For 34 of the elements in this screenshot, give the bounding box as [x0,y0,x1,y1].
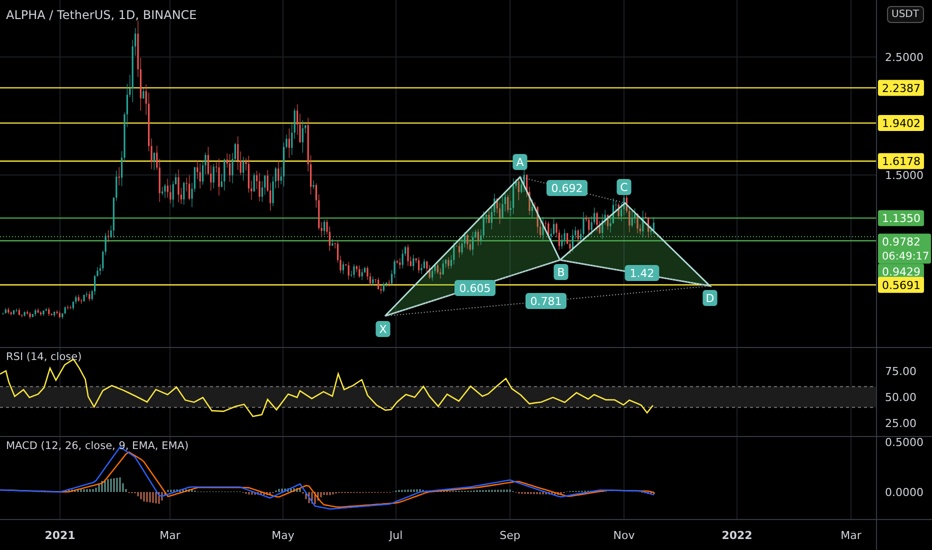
macd-tick-label: 0.5000 [885,437,924,449]
time-axis-label: Mar [840,529,862,542]
pattern-point-label: C [616,179,632,195]
rsi-tick-label: 25.00 [885,417,917,430]
time-axis-label: 2021 [44,529,76,542]
ratio-label: 1.42 [624,265,660,281]
macd-tick-label: 0.0000 [885,486,924,499]
time-axis-label: Sep [500,529,520,542]
rsi-tick-label: 50.00 [885,391,917,404]
pattern-point-label: X [376,321,390,337]
ratio-label: 0.781 [526,293,566,309]
price-label: 0.9782 06:49:17 [878,234,932,264]
price-label: 2.2387 [878,80,924,96]
time-axis-label: Nov [613,529,635,542]
rsi-tick-label: 75.00 [885,365,917,378]
rsi-label: RSI (14, close) [6,351,82,363]
time-axis-label: May [272,529,294,542]
ratio-label: 0.692 [546,180,588,196]
macd-label: MACD (12, 26, close, 9, EMA, EMA) [6,440,189,452]
price-label: 1.6178 [878,153,924,170]
pattern-point-label: D [702,290,718,306]
price-label: 1.1350 [878,210,924,226]
currency-button[interactable]: USDT [886,6,924,23]
price-tick-label: 2.5000 [885,51,924,64]
pattern-point-label: A [512,154,528,170]
price-label: 1.9402 [878,115,924,132]
chart-title: ALPHA / TetherUS, 1D, BINANCE [6,8,197,22]
price-tick-label: 1.5000 [885,169,924,182]
pattern-point-label: B [554,264,568,280]
time-axis-label: Jul [389,529,403,542]
ratio-label: 0.605 [454,280,496,296]
time-axis-label: 2022 [722,529,752,542]
price-label: 0.5691 [878,276,924,293]
time-axis-label: Mar [160,529,180,542]
